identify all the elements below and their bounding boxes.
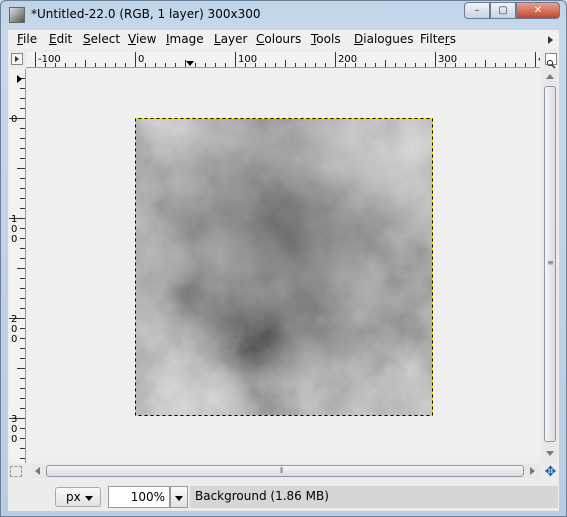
menu-edit[interactable]: Edit (49, 32, 72, 46)
menubar: File Edit Select View Image Layer Colour… (8, 30, 559, 49)
window-title: *Untitled-22.0 (RGB, 1 layer) 300x300 (31, 7, 261, 21)
image-canvas[interactable] (135, 118, 433, 416)
canvas-area[interactable] (26, 69, 540, 463)
zoom-toggle-icon[interactable] (545, 53, 557, 69)
status-message: Background (1.86 MB) (190, 486, 558, 508)
scroll-up-icon[interactable] (546, 74, 554, 79)
maximize-button[interactable]: ▢ (490, 2, 516, 19)
unit-label: px (66, 490, 81, 504)
pointer-marker-icon (17, 75, 22, 83)
ruler-label: 200 (338, 54, 357, 65)
menu-tools[interactable]: Tools (311, 32, 341, 46)
menu-image[interactable]: Image (166, 32, 204, 46)
app-icon (9, 7, 25, 23)
menu-overflow-arrow-icon[interactable] (548, 36, 553, 44)
navigate-icon[interactable]: ✥ (544, 465, 557, 479)
menu-colours[interactable]: Colours (256, 32, 301, 46)
zoom-dropdown-button[interactable] (170, 486, 188, 508)
unit-selector[interactable]: px (55, 487, 101, 507)
scroll-right-icon[interactable] (530, 467, 535, 475)
ruler-label: 300 (438, 54, 457, 65)
status-bar: px 100% Background (1.86 MB) (8, 482, 559, 511)
vertical-scrollbar[interactable]: ≡ (543, 69, 557, 463)
minimize-button[interactable]: – (464, 2, 490, 19)
horizontal-scrollbar[interactable]: ⦀ (32, 464, 540, 478)
quick-mask-icon[interactable] (10, 466, 22, 477)
ruler-label: 0 (11, 234, 17, 245)
horizontal-ruler: -100 0 100 200 300 4 (26, 52, 540, 68)
ruler-label: 0 (138, 54, 144, 65)
menu-dialogues[interactable]: Dialogues (354, 32, 413, 46)
ruler-label: 0 (11, 114, 17, 125)
horizontal-scroll-thumb[interactable]: ⦀ (46, 465, 524, 477)
scroll-down-icon[interactable] (546, 451, 554, 456)
ruler-label: 4 (538, 54, 540, 65)
menu-select[interactable]: Select (83, 32, 120, 46)
vertical-ruler: 0100200300 (9, 69, 26, 463)
menu-filters[interactable]: Filters (420, 32, 456, 46)
menu-layer[interactable]: Layer (214, 32, 247, 46)
menu-toggle-icon[interactable] (11, 53, 23, 65)
ruler-label: 100 (238, 54, 257, 65)
zoom-input[interactable]: 100% (108, 486, 170, 508)
vertical-ruler-scale: 0100200300 (9, 75, 25, 459)
chevron-down-icon (175, 496, 183, 501)
ruler-label: 0 (11, 434, 17, 445)
ruler-label: 0 (11, 334, 17, 345)
menu-view[interactable]: View (128, 32, 156, 46)
close-button[interactable]: ✕ (516, 2, 560, 19)
window-client: File Edit Select View Image Layer Colour… (8, 30, 559, 511)
gimp-image-window: *Untitled-22.0 (RGB, 1 layer) 300x300 – … (0, 0, 567, 517)
vertical-scroll-thumb[interactable]: ≡ (544, 86, 556, 442)
pointer-marker-icon (186, 61, 194, 66)
horizontal-ruler-scale: -100 0 100 200 300 4 (35, 52, 540, 67)
title-bar: *Untitled-22.0 (RGB, 1 layer) 300x300 – … (1, 1, 566, 27)
chevron-down-icon (85, 496, 93, 501)
scroll-left-icon[interactable] (35, 467, 40, 475)
ruler-label: -100 (38, 54, 61, 65)
menu-file[interactable]: File (17, 32, 37, 46)
